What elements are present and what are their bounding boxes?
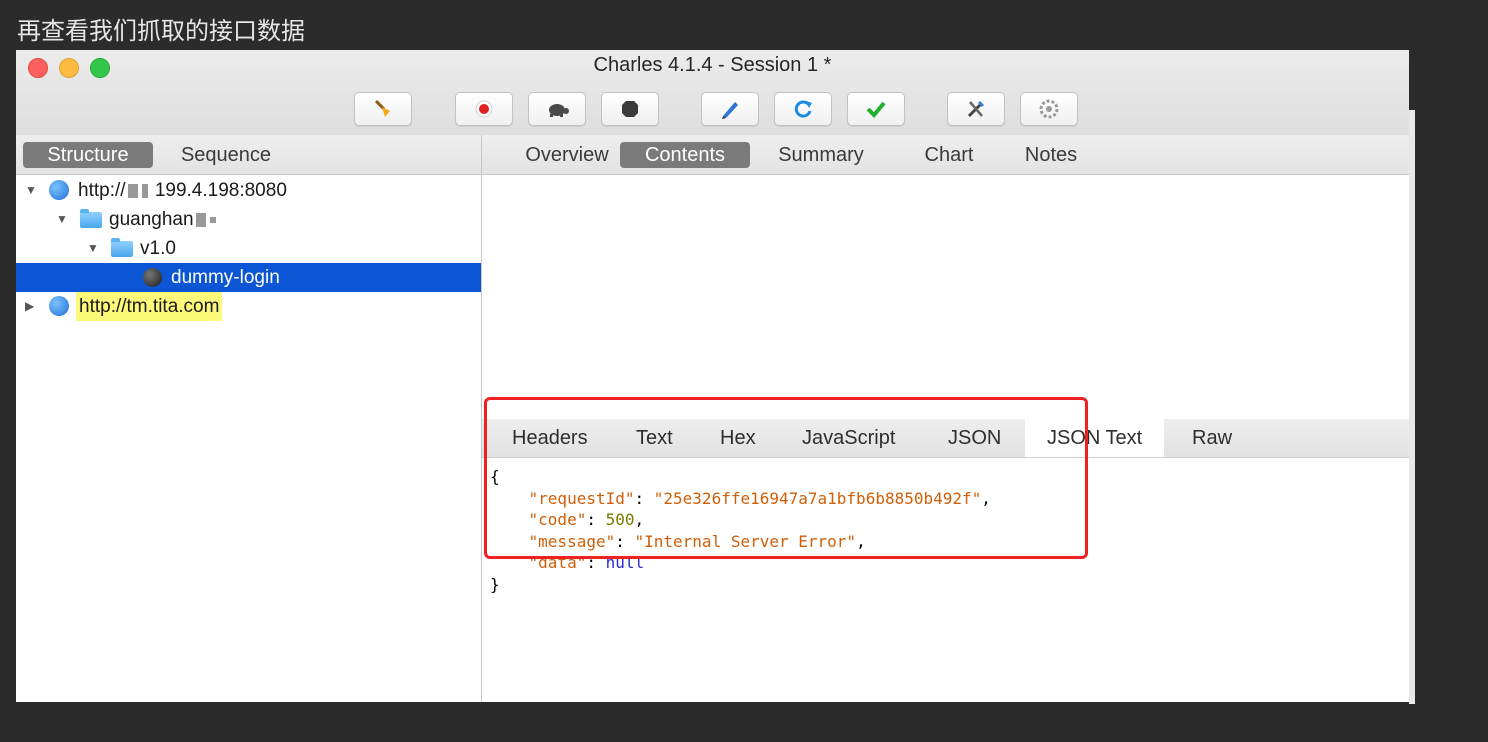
check-icon [865, 98, 887, 120]
charles-window: Charles 4.1.4 - Session 1 * Structure Se… [16, 50, 1409, 702]
settings-icon [1038, 98, 1060, 120]
redacted-mark [195, 212, 206, 227]
tab-contents[interactable]: Contents [620, 142, 750, 168]
tab-structure[interactable]: Structure [23, 142, 153, 168]
json-comma: , [856, 531, 866, 551]
structure-tabbar: Structure Sequence [16, 135, 481, 175]
folder-icon [111, 238, 133, 257]
expand-arrow-icon[interactable]: ▼ [56, 205, 68, 234]
json-comma: , [981, 488, 991, 508]
json-key: "message" [528, 531, 616, 551]
tree-host-row-2[interactable]: ▶ http://tm.tita.com [16, 292, 481, 321]
subtab-text[interactable]: Text [636, 419, 673, 457]
tree-request-label: dummy-login [171, 267, 280, 288]
tree-request-row[interactable]: dummy-login [16, 263, 481, 292]
turtle-icon [544, 100, 570, 118]
bomb-icon [143, 268, 162, 287]
redacted-mark [141, 183, 148, 198]
json-open-brace: { [490, 467, 500, 486]
collapse-arrow-icon[interactable]: ▶ [25, 292, 34, 321]
globe-icon [49, 296, 69, 316]
window-edge [1409, 110, 1415, 704]
json-value: 500 [605, 510, 635, 529]
expand-arrow-icon[interactable]: ▼ [87, 234, 99, 263]
record-button[interactable] [455, 92, 513, 126]
breakpoints-button[interactable] [601, 92, 659, 126]
json-value: null [605, 553, 645, 572]
refresh-icon [792, 98, 814, 120]
tree-version-label: v1.0 [140, 238, 176, 259]
json-body: { "requestId": "25e326ffe16947a7a1bfb6b8… [490, 467, 991, 594]
subtab-json-text[interactable]: JSON Text [1025, 419, 1165, 457]
tools-icon [965, 98, 987, 120]
tab-overview[interactable]: Overview [502, 142, 632, 168]
tools-button[interactable] [947, 92, 1005, 126]
subtab-hex[interactable]: Hex [720, 419, 756, 457]
tree-folder-row[interactable]: ▼ guanghan [16, 205, 481, 234]
throttle-button[interactable] [528, 92, 586, 126]
tab-summary[interactable]: Summary [756, 142, 886, 168]
json-comma: , [634, 510, 645, 529]
json-key: "data" [528, 553, 587, 572]
structure-pane: Structure Sequence ▼ http:// 199.4.198:8… [16, 135, 482, 702]
tree-folder-label: guanghan [109, 209, 194, 230]
subtab-headers[interactable]: Headers [512, 419, 588, 457]
json-close-brace: } [490, 574, 500, 594]
compose-button[interactable] [701, 92, 759, 126]
globe-icon [49, 180, 69, 200]
tree-host-label: http:// [78, 180, 126, 201]
broom-icon [372, 98, 394, 120]
redacted-mark [127, 183, 138, 198]
tab-notes[interactable]: Notes [986, 142, 1116, 168]
pen-icon [719, 98, 741, 120]
subtab-raw[interactable]: Raw [1192, 419, 1232, 457]
validate-button[interactable] [847, 92, 905, 126]
subtab-json[interactable]: JSON [948, 419, 1001, 457]
tab-sequence[interactable]: Sequence [161, 142, 291, 168]
tree-host-label-2: http://tm.tita.com [76, 292, 223, 321]
tree-host-address: 199.4.198:8080 [154, 180, 287, 201]
settings-button[interactable] [1020, 92, 1078, 126]
clear-session-button[interactable] [354, 92, 412, 126]
repeat-button[interactable] [774, 92, 832, 126]
record-icon [474, 99, 494, 119]
redacted-mark [209, 216, 216, 223]
detail-tabbar: Overview Contents Summary Chart Notes [482, 135, 1409, 175]
json-key: "code" [528, 510, 587, 529]
stop-icon [620, 99, 640, 119]
page-caption: 再查看我们抓取的接口数据 [17, 17, 305, 45]
json-value: "Internal Server Error" [634, 531, 857, 551]
json-key: "requestId" [528, 488, 635, 508]
tree-host-row[interactable]: ▼ http:// 199.4.198:8080 [16, 176, 481, 205]
body-format-tabbar: Headers Text Hex JavaScript JSON JSON Te… [482, 419, 1409, 458]
window-title: Charles 4.1.4 - Session 1 * [593, 54, 832, 76]
tree-version-row[interactable]: ▼ v1.0 [16, 234, 481, 263]
expand-arrow-icon[interactable]: ▼ [25, 176, 37, 205]
folder-icon [80, 209, 102, 228]
subtab-javascript[interactable]: JavaScript [802, 419, 895, 457]
detail-pane: Overview Contents Summary Chart Notes He… [482, 135, 1409, 702]
json-value: "25e326ffe16947a7a1bfb6b8850b492f" [653, 488, 982, 508]
